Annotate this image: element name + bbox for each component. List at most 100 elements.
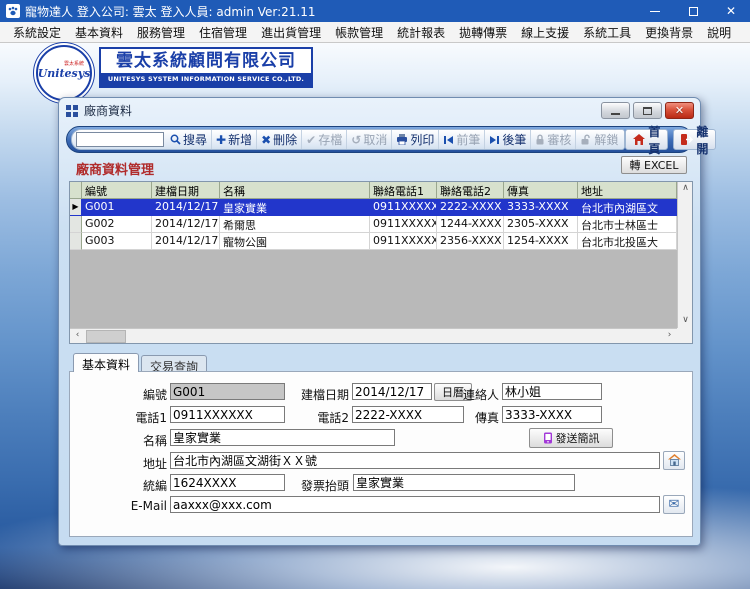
exit-button[interactable]: 離開 (673, 129, 716, 150)
tab-transaction-query[interactable]: 交易查詢 (141, 355, 207, 372)
address-label: 地址 (90, 455, 167, 472)
vendor-close-button[interactable]: ✕ (665, 102, 694, 119)
prev-record-icon (443, 135, 454, 145)
tab-basic-data[interactable]: 基本資料 (73, 353, 139, 372)
code-field[interactable] (170, 383, 285, 400)
invoice-title-field[interactable] (353, 474, 575, 491)
code-label: 編號 (90, 386, 167, 403)
company-name-zh: 雲太系統顧問有限公司 (101, 49, 311, 73)
scroll-left-icon[interactable]: ‹ (70, 329, 85, 343)
phone2-label: 電話2 (275, 409, 349, 426)
vendor-window-titlebar: 廠商資料 ✕ (59, 98, 700, 123)
delete-button[interactable]: ✖ 刪除 (256, 130, 301, 149)
app-paw-icon (6, 4, 20, 18)
undo-icon: ↺ (351, 133, 361, 147)
menu-system-settings[interactable]: 系統設定 (6, 22, 68, 43)
search-input[interactable] (76, 132, 164, 147)
send-sms-button[interactable]: 發送簡訊 (529, 428, 613, 448)
table-row[interactable]: G002 2014/12/17 希爾思 0911XXXXXX 1244-XXXX… (70, 216, 677, 233)
grid-area: 編號 建檔日期 名稱 聯絡電話1 聯絡電話2 傳真 地址 ▶ G001 2014… (70, 182, 677, 328)
contact-label: 連絡人 (425, 386, 499, 403)
lock-icon (535, 134, 545, 145)
close-button[interactable]: ✕ (712, 0, 750, 22)
cancel-button[interactable]: ↺ 取消 (346, 130, 391, 149)
sms-phone-icon (543, 432, 553, 444)
send-email-button[interactable]: ✉ (663, 495, 685, 514)
menu-service-mgmt[interactable]: 服務管理 (130, 22, 192, 43)
x-icon: ✖ (261, 133, 271, 147)
add-button[interactable]: ✚ 新增 (211, 130, 256, 149)
plus-icon: ✚ (216, 133, 226, 147)
scroll-down-icon[interactable]: ∨ (678, 314, 693, 328)
menu-basic-data[interactable]: 基本資料 (68, 22, 130, 43)
menu-system-tools[interactable]: 系統工具 (576, 22, 638, 43)
map-house-button[interactable] (663, 451, 685, 470)
vendor-minimize-button[interactable] (601, 102, 630, 119)
menu-bar: 系統設定 基本資料 服務管理 住宿管理 進出貨管理 帳款管理 統計報表 拋轉傳票… (0, 22, 750, 43)
basic-data-form: 編號 建檔日期 日曆 連絡人 電話1 電話2 傳真 名稱 發送簡訊 地址 (69, 371, 693, 537)
grid-header-phone2[interactable]: 聯絡電話2 (437, 182, 504, 199)
save-button[interactable]: ✔ 存檔 (301, 130, 346, 149)
table-row-selected[interactable]: ▶ G001 2014/12/17 皇家實業 0911XXXXXX 2222-X… (70, 199, 677, 216)
menu-online-support[interactable]: 線上支援 (514, 22, 576, 43)
vendor-window-title: 廠商資料 (84, 102, 598, 119)
grid-header-code[interactable]: 編號 (82, 182, 152, 199)
envelope-icon: ✉ (669, 498, 680, 511)
grid-header-fax[interactable]: 傳真 (504, 182, 578, 199)
menu-change-background[interactable]: 更換背景 (638, 22, 700, 43)
menu-help[interactable]: 說明 (700, 22, 738, 43)
email-field[interactable] (170, 496, 660, 513)
vertical-scrollbar[interactable]: ∧ ∨ (677, 182, 692, 328)
invoice-title-label: 發票抬頭 (298, 477, 349, 494)
email-label: E-Mail (90, 499, 167, 513)
home-button[interactable]: 首頁 (625, 129, 668, 150)
detail-tabs: 基本資料 交易查詢 (73, 353, 207, 372)
scroll-right-icon[interactable]: › (662, 329, 677, 343)
tax-id-field[interactable] (170, 474, 285, 491)
maximize-button[interactable] (674, 0, 712, 22)
fax-field[interactable] (502, 406, 602, 423)
row-indicator-arrow: ▶ (70, 199, 82, 216)
grid-header-phone1[interactable]: 聯絡電話1 (370, 182, 437, 199)
grid-header-row: 編號 建檔日期 名稱 聯絡電話1 聯絡電話2 傳真 地址 (70, 182, 677, 199)
desktop-background: 雲太系統 Unitesys 雲太系統顧問有限公司 UNITESYS SYSTEM… (0, 43, 750, 589)
menu-lodging-mgmt[interactable]: 住宿管理 (192, 22, 254, 43)
export-excel-button[interactable]: 轉 EXCEL (621, 156, 687, 174)
grid-header-date[interactable]: 建檔日期 (152, 182, 220, 199)
menu-voucher-transfer[interactable]: 拋轉傳票 (452, 22, 514, 43)
contact-field[interactable] (502, 383, 602, 400)
vendor-restore-button[interactable] (633, 102, 662, 119)
table-row[interactable]: G003 2014/12/17 寵物公園 0911XXXXXX 2356-XXX… (70, 233, 677, 250)
scroll-up-icon[interactable]: ∧ (678, 182, 693, 196)
create-date-field[interactable] (352, 383, 432, 400)
name-field[interactable] (170, 429, 395, 446)
previous-record-button[interactable]: 前筆 (438, 130, 484, 149)
next-record-button[interactable]: 後筆 (484, 130, 530, 149)
menu-accounting-mgmt[interactable]: 帳款管理 (328, 22, 390, 43)
window-title: 寵物達人 登入公司: 雲太 登入人員: admin Ver:21.11 (25, 3, 636, 20)
section-title: 廠商資料管理 (76, 159, 154, 178)
unlock-icon (580, 134, 592, 145)
grid-header-name[interactable]: 名稱 (220, 182, 370, 199)
menu-statistics-reports[interactable]: 統計報表 (390, 22, 452, 43)
phone1-label: 電話1 (90, 409, 167, 426)
print-button[interactable]: 列印 (391, 130, 438, 149)
search-button[interactable]: 搜尋 (166, 130, 211, 149)
scrollbar-thumb[interactable] (86, 330, 126, 343)
menu-inventory-mgmt[interactable]: 進出貨管理 (254, 22, 328, 43)
vendor-data-window: 廠商資料 ✕ 搜尋 ✚ 新增 ✖ 刪除 (58, 97, 701, 546)
fax-label: 傳真 (425, 409, 499, 426)
unlock-button[interactable]: 解鎖 (575, 130, 622, 149)
minimize-button[interactable] (636, 0, 674, 22)
phone1-field[interactable] (170, 406, 285, 423)
address-field[interactable] (170, 452, 660, 469)
tax-id-label: 統編 (90, 477, 167, 494)
grid-header-address[interactable]: 地址 (578, 182, 677, 199)
next-record-icon (489, 135, 500, 145)
audit-button[interactable]: 審核 (530, 130, 575, 149)
home-icon (633, 134, 645, 145)
horizontal-scrollbar[interactable]: ‹ › (70, 328, 677, 343)
name-label: 名稱 (90, 432, 167, 449)
create-date-label: 建檔日期 (275, 386, 349, 403)
company-name-en: UNITESYS SYSTEM INFORMATION SERVICE CO.,… (101, 73, 311, 86)
